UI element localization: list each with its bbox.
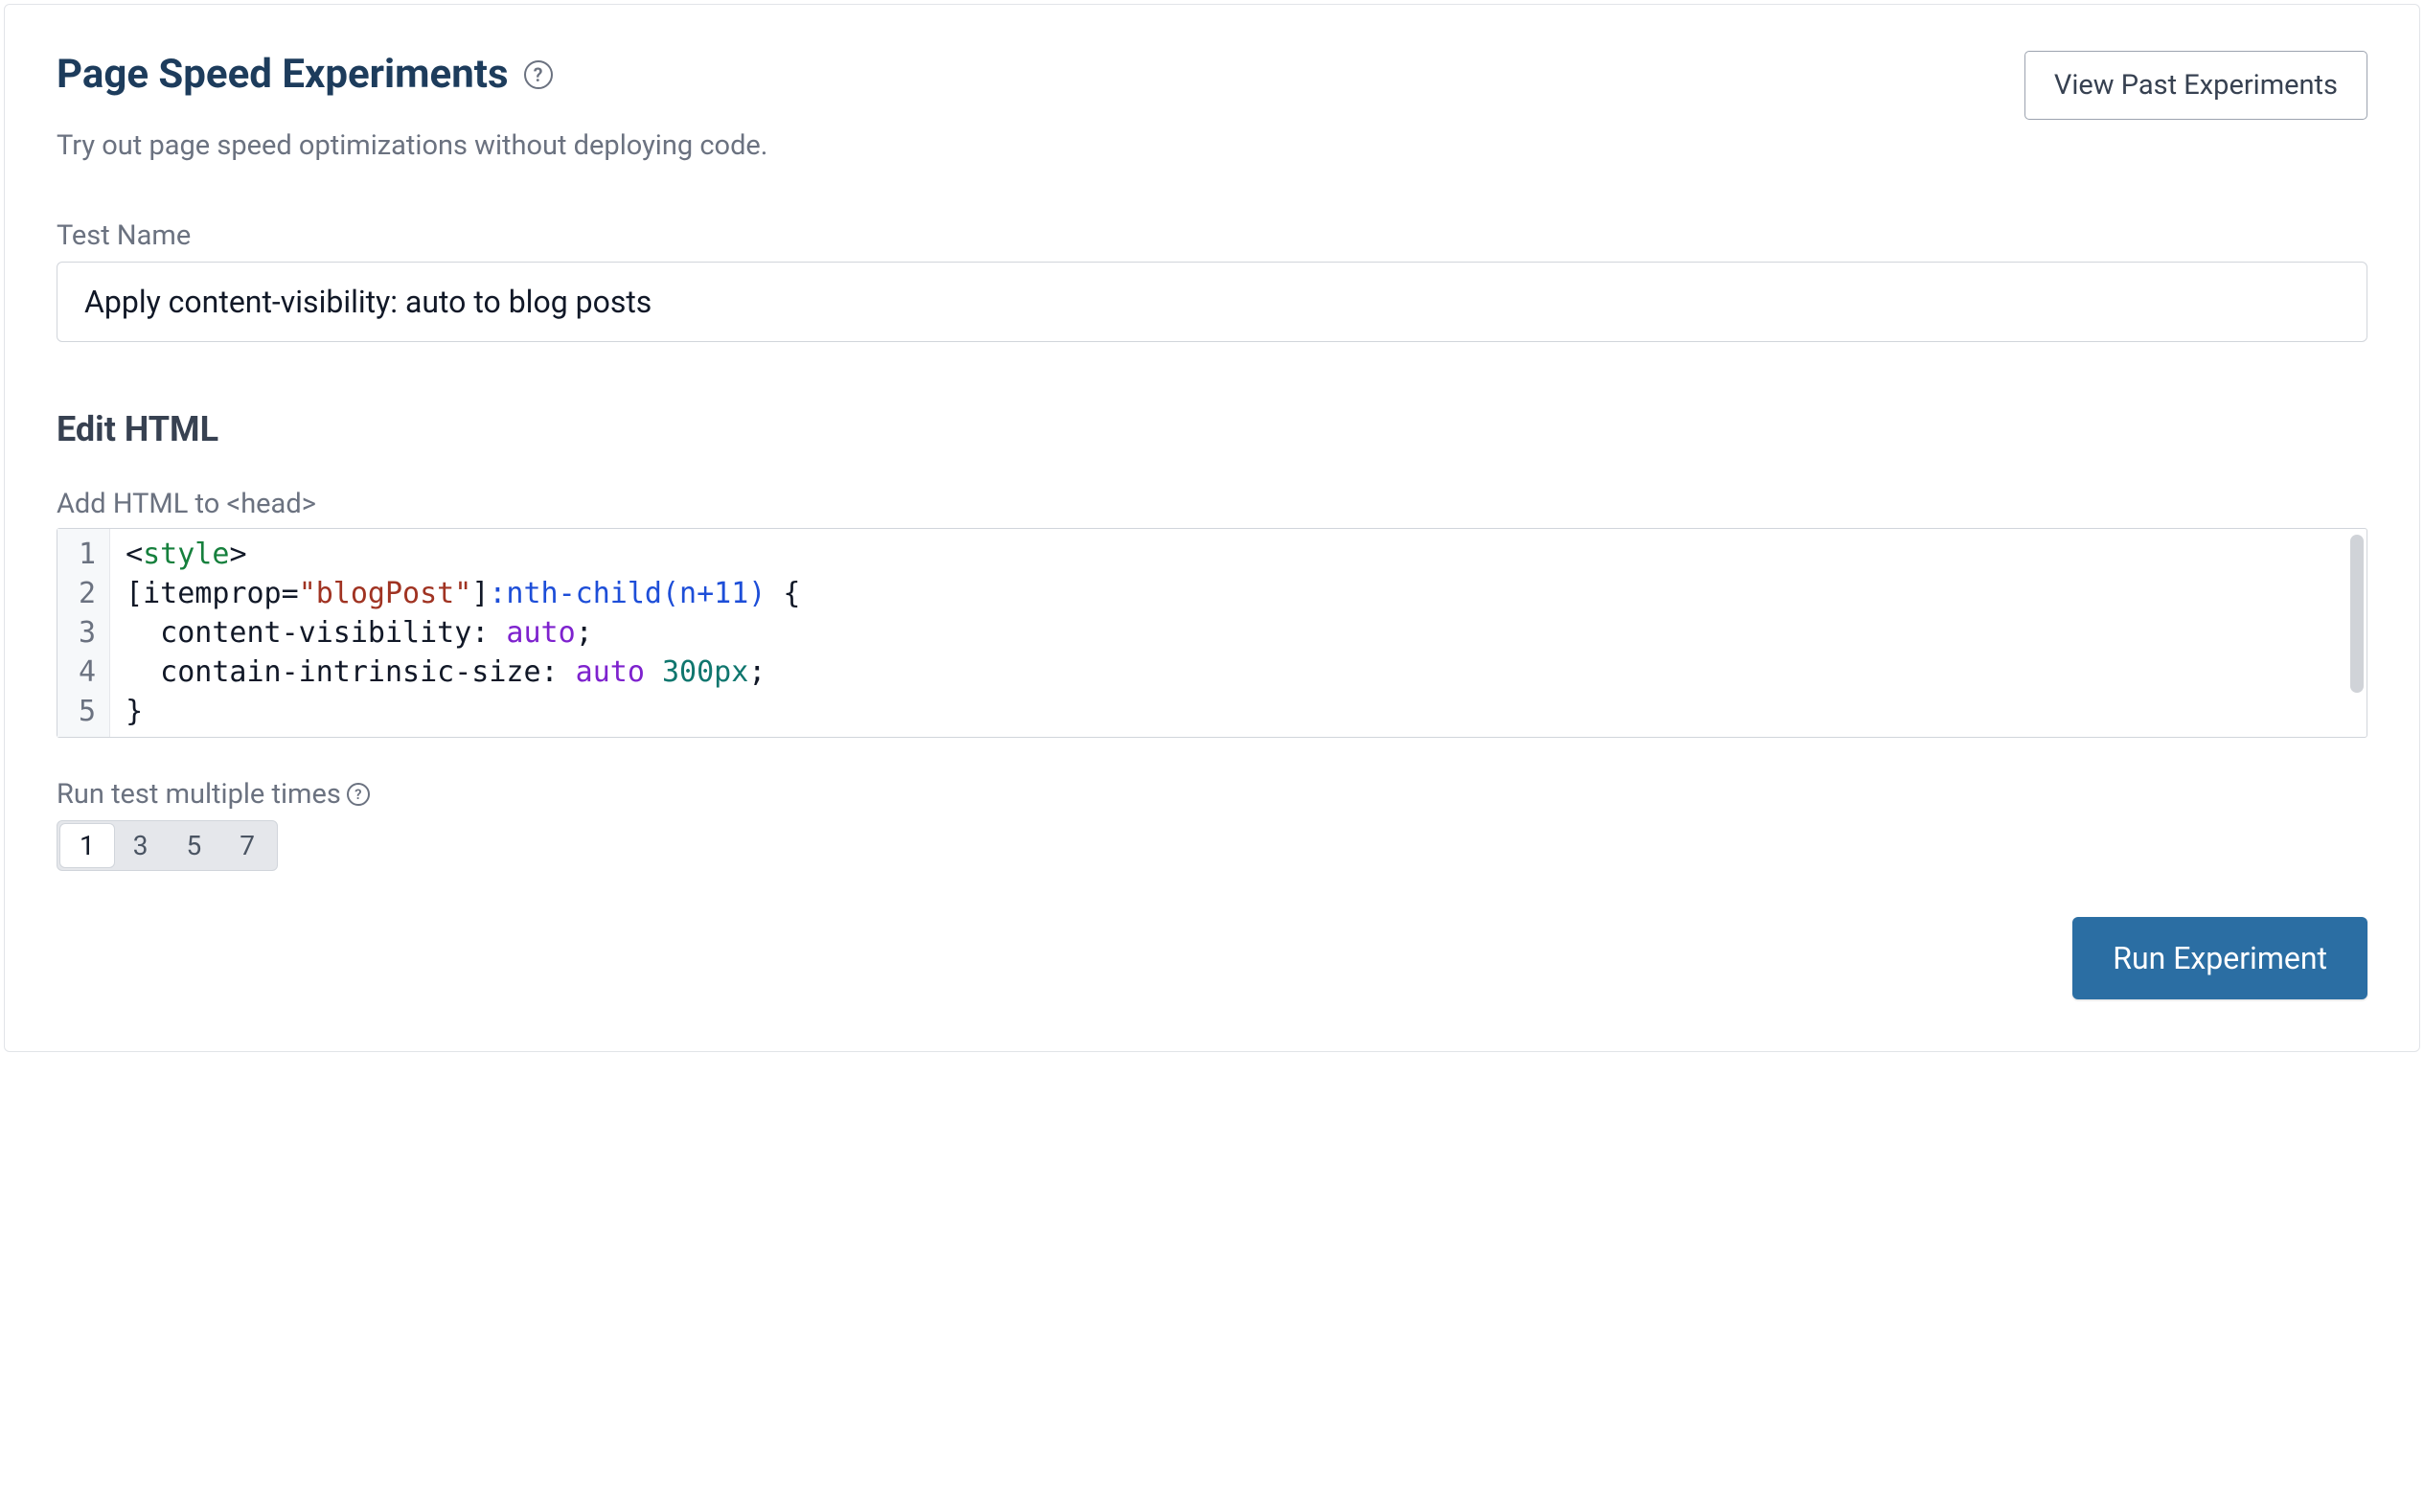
footer-row: Run Experiment — [57, 917, 2367, 999]
test-name-label: Test Name — [57, 219, 2367, 252]
scrollbar-thumb[interactable] — [2350, 535, 2364, 693]
run-multiple-label: Run test multiple times ? — [57, 778, 2367, 811]
page-title-text: Page Speed Experiments — [57, 51, 509, 98]
edit-html-heading: Edit HTML — [57, 409, 2367, 449]
line-number: 5 — [79, 692, 96, 731]
run-count-option-5[interactable]: 5 — [168, 824, 221, 867]
help-icon[interactable]: ? — [347, 783, 370, 806]
line-number: 4 — [79, 653, 96, 692]
code-editor[interactable]: 12345 <style>[itemprop="blogPost"]:nth-c… — [57, 528, 2367, 738]
experiments-panel: Page Speed Experiments ? View Past Exper… — [4, 4, 2420, 1052]
code-line[interactable]: } — [126, 692, 2351, 731]
run-count-option-1[interactable]: 1 — [60, 824, 114, 867]
line-number: 3 — [79, 613, 96, 653]
run-multiple-label-text: Run test multiple times — [57, 778, 341, 811]
test-name-input[interactable] — [57, 262, 2367, 342]
code-line[interactable]: [itemprop="blogPost"]:nth-child(n+11) { — [126, 574, 2351, 613]
page-title: Page Speed Experiments ? — [57, 51, 553, 98]
run-count-option-7[interactable]: 7 — [220, 824, 274, 867]
run-experiment-button[interactable]: Run Experiment — [2072, 917, 2367, 999]
code-line[interactable]: content-visibility: auto; — [126, 613, 2351, 653]
run-count-segmented: 1357 — [57, 820, 278, 871]
line-number: 1 — [79, 535, 96, 574]
code-line[interactable]: <style> — [126, 535, 2351, 574]
header-row: Page Speed Experiments ? View Past Exper… — [57, 51, 2367, 120]
line-number: 2 — [79, 574, 96, 613]
editor-label: Add HTML to <head> — [57, 488, 2367, 520]
page-subtitle: Try out page speed optimizations without… — [57, 129, 2367, 162]
code-line[interactable]: contain-intrinsic-size: auto 300px; — [126, 653, 2351, 692]
view-past-experiments-button[interactable]: View Past Experiments — [2024, 51, 2367, 120]
help-icon[interactable]: ? — [524, 60, 553, 89]
code-area[interactable]: <style>[itemprop="blogPost"]:nth-child(n… — [110, 529, 2367, 737]
run-count-option-3[interactable]: 3 — [114, 824, 168, 867]
code-gutter: 12345 — [57, 529, 110, 737]
